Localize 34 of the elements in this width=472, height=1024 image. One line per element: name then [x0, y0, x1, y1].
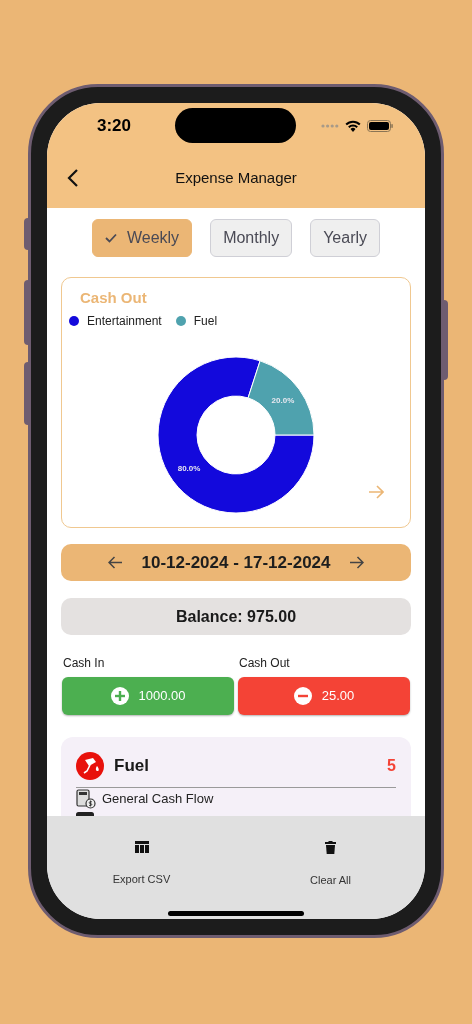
status-time: 3:20 — [97, 114, 132, 137]
wifi-icon — [345, 119, 361, 132]
slice-label: 20.0% — [271, 396, 295, 405]
battery-icon — [367, 119, 393, 132]
transaction-account: General Cash Flow — [102, 790, 214, 809]
slice-label: 80.0% — [177, 464, 201, 474]
cash-label: Cash In — [62, 655, 106, 671]
legend-label: Fuel — [193, 313, 218, 330]
bottom-action-button[interactable]: Clear All — [236, 816, 425, 919]
fuel-pump-icon — [76, 752, 104, 780]
calculator-icon — [76, 789, 96, 809]
minus-circle-icon — [293, 687, 312, 705]
period-tab[interactable]: Yearly — [310, 219, 381, 257]
period-tab[interactable]: Weekly — [91, 219, 193, 257]
signal-icon — [321, 123, 339, 128]
cash-label: Cash Out — [238, 655, 291, 671]
transaction-category: Fuel — [114, 755, 149, 778]
cash-amount-button[interactable]: 25.00 — [238, 677, 410, 715]
transaction-card[interactable]: Fuel 5 General Cash Flow — [61, 737, 411, 816]
period-tab[interactable]: Monthly — [210, 219, 293, 257]
arrow-right-icon[interactable] — [348, 556, 364, 569]
chart-title: Cash Out — [79, 290, 148, 305]
plus-circle-icon — [110, 687, 129, 705]
screen-title: Expense Manager — [175, 167, 297, 188]
arrow-left-icon[interactable] — [108, 556, 124, 569]
trash-icon — [325, 841, 336, 854]
legend-label: Entertainment — [87, 313, 162, 330]
table-icon — [134, 841, 149, 853]
back-icon[interactable] — [67, 168, 79, 188]
date-range: 10-12-2024 - 17-12-2024 — [141, 551, 331, 574]
bottom-action-button[interactable]: Export CSV — [47, 816, 236, 919]
balance-text: Balance: 975.00 — [175, 606, 297, 627]
transaction-amount: 5 — [387, 756, 396, 776]
check-icon — [104, 233, 117, 243]
